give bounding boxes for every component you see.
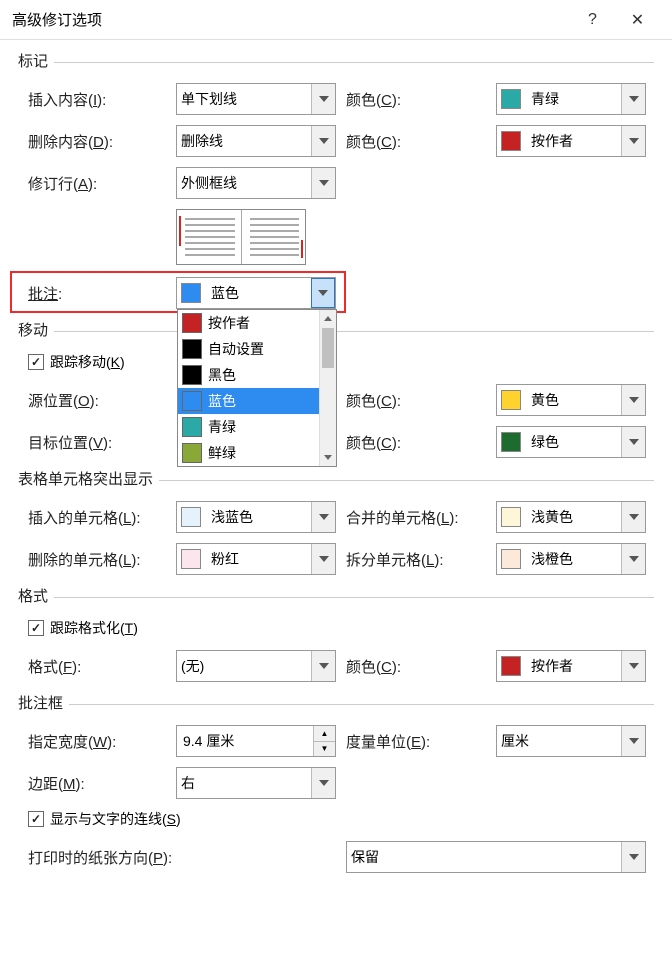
dropdown-item[interactable]: 青绿	[178, 414, 336, 440]
color-swatch	[501, 432, 521, 452]
section-title-table-cells: 表格单元格突出显示	[18, 468, 153, 489]
insert-color-label: 颜色(C):	[336, 89, 496, 110]
to-color-label: 颜色(C):	[336, 432, 496, 453]
section-title-balloons: 批注框	[18, 692, 63, 713]
delete-style-combo[interactable]: 删除线	[176, 125, 336, 157]
track-moves-checkbox[interactable]	[28, 354, 44, 370]
measure-label: 度量单位(E):	[336, 731, 496, 752]
margin-combo[interactable]: 右	[176, 767, 336, 799]
dropdown-item[interactable]: 按作者	[178, 310, 336, 336]
titlebar: 高级修订选项 ? ✕	[0, 0, 672, 40]
chevron-down-icon[interactable]	[311, 544, 335, 574]
section-marking: 标记 插入内容(I): 单下划线 颜色(C): 青绿 删除内容(D): 删除线 …	[18, 50, 654, 309]
margin-label: 边距(M):	[28, 773, 176, 794]
delete-label: 删除内容(D):	[28, 131, 176, 152]
from-label: 源位置(O):	[28, 390, 176, 411]
chevron-down-icon[interactable]	[311, 651, 335, 681]
width-label: 指定宽度(W):	[28, 731, 176, 752]
spinner-up-button[interactable]: ▲	[314, 726, 335, 742]
measure-combo[interactable]: 厘米	[496, 725, 646, 757]
section-formatting: 格式 跟踪格式化(T) 格式(F): (无) 颜色(C): 按作者	[18, 585, 654, 682]
changed-lines-preview	[176, 209, 306, 265]
track-formatting-checkbox[interactable]	[28, 620, 44, 636]
chevron-down-icon[interactable]	[311, 168, 335, 198]
chevron-down-icon[interactable]	[621, 502, 645, 532]
delete-color-combo[interactable]: 按作者	[496, 125, 646, 157]
chevron-down-icon[interactable]	[621, 842, 645, 872]
dropdown-item[interactable]: 黑色	[178, 362, 336, 388]
width-spinner[interactable]: 9.4 厘米 ▲ ▼	[176, 725, 336, 757]
help-button[interactable]: ?	[570, 0, 615, 40]
dropdown-item[interactable]: 自动设置	[178, 336, 336, 362]
chevron-down-icon[interactable]	[621, 651, 645, 681]
changed-lines-label: 修订行(A):	[28, 173, 176, 194]
deleted-cells-label: 删除的单元格(L):	[28, 549, 176, 570]
color-swatch	[501, 656, 521, 676]
insert-color-combo[interactable]: 青绿	[496, 83, 646, 115]
chevron-down-icon[interactable]	[311, 126, 335, 156]
show-connecting-lines-label: 显示与文字的连线(S)	[50, 809, 181, 829]
color-swatch	[501, 549, 521, 569]
print-orientation-label: 打印时的纸张方向(P):	[28, 847, 346, 868]
merged-cells-combo[interactable]: 浅黄色	[496, 501, 646, 533]
section-title-marking: 标记	[18, 50, 48, 71]
dropdown-item[interactable]: 鲜绿	[178, 440, 336, 466]
format-color-label: 颜色(C):	[336, 656, 496, 677]
from-color-label: 颜色(C):	[336, 390, 496, 411]
from-color-combo[interactable]: 黄色	[496, 384, 646, 416]
section-table-cells: 表格单元格突出显示 插入的单元格(L): 浅蓝色 合并的单元格(L): 浅黄色 …	[18, 468, 654, 575]
split-cells-combo[interactable]: 浅橙色	[496, 543, 646, 575]
to-color-combo[interactable]: 绿色	[496, 426, 646, 458]
chevron-down-icon[interactable]	[621, 126, 645, 156]
scroll-thumb[interactable]	[322, 328, 334, 368]
color-swatch	[181, 507, 201, 527]
section-balloons: 批注框 指定宽度(W): 9.4 厘米 ▲ ▼ 度量单位(E): 厘米 边距(M…	[18, 692, 654, 873]
chevron-down-icon[interactable]	[621, 726, 645, 756]
color-swatch	[181, 549, 201, 569]
color-swatch	[501, 131, 521, 151]
deleted-cells-combo[interactable]: 粉红	[176, 543, 336, 575]
chevron-down-icon[interactable]	[621, 544, 645, 574]
color-swatch	[501, 390, 521, 410]
color-swatch	[501, 507, 521, 527]
chevron-down-icon[interactable]	[621, 427, 645, 457]
scrollbar[interactable]	[319, 310, 336, 466]
section-title-moves: 移动	[18, 319, 48, 340]
comments-color-combo[interactable]: 蓝色 按作者 自动设置 黑色 蓝色 青绿	[176, 277, 336, 309]
inserted-cells-combo[interactable]: 浅蓝色	[176, 501, 336, 533]
changed-lines-combo[interactable]: 外侧框线	[176, 167, 336, 199]
format-color-combo[interactable]: 按作者	[496, 650, 646, 682]
track-formatting-label: 跟踪格式化(T)	[50, 618, 138, 638]
dialog-title: 高级修订选项	[12, 9, 570, 30]
color-swatch	[181, 283, 201, 303]
dropdown-item[interactable]: 蓝色	[178, 388, 336, 414]
color-swatch	[501, 89, 521, 109]
comments-color-dropdown: 按作者 自动设置 黑色 蓝色 青绿 鲜绿	[177, 309, 337, 467]
split-cells-label: 拆分单元格(L):	[336, 549, 496, 570]
merged-cells-label: 合并的单元格(L):	[336, 507, 496, 528]
print-orientation-combo[interactable]: 保留	[346, 841, 646, 873]
show-connecting-lines-checkbox[interactable]	[28, 811, 44, 827]
delete-color-label: 颜色(C):	[336, 131, 496, 152]
track-moves-label: 跟踪移动(K)	[50, 352, 125, 372]
spinner-down-button[interactable]: ▼	[314, 742, 335, 757]
to-label: 目标位置(V):	[28, 432, 176, 453]
chevron-down-icon[interactable]	[311, 84, 335, 114]
insert-style-combo[interactable]: 单下划线	[176, 83, 336, 115]
section-title-formatting: 格式	[18, 585, 48, 606]
chevron-down-icon[interactable]	[311, 278, 335, 308]
chevron-down-icon[interactable]	[311, 502, 335, 532]
inserted-cells-label: 插入的单元格(L):	[28, 507, 176, 528]
close-button[interactable]: ✕	[615, 0, 660, 40]
chevron-down-icon[interactable]	[621, 84, 645, 114]
chevron-down-icon[interactable]	[311, 768, 335, 798]
format-label: 格式(F):	[28, 656, 176, 677]
format-combo[interactable]: (无)	[176, 650, 336, 682]
insert-label: 插入内容(I):	[28, 89, 176, 110]
comments-label: 批注:	[28, 283, 176, 304]
chevron-down-icon[interactable]	[621, 385, 645, 415]
